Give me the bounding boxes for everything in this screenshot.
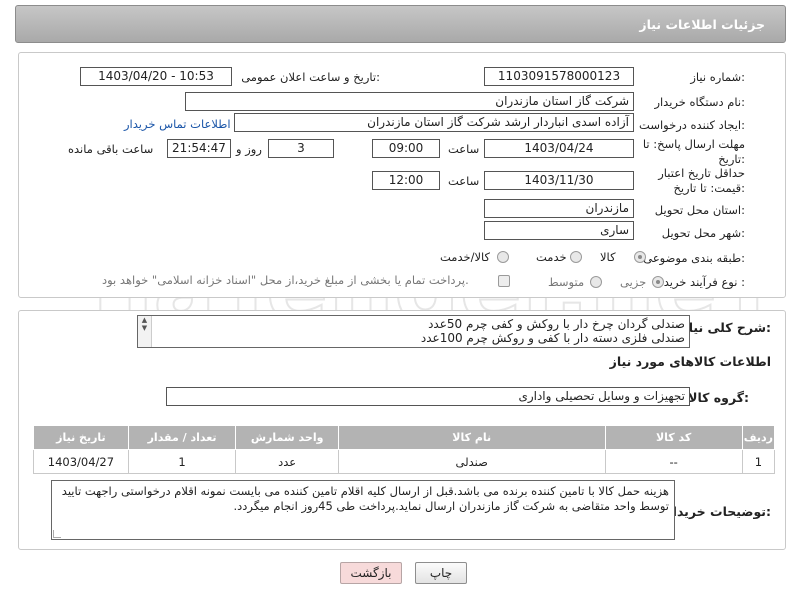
price-time-field: 12:00 [372,171,440,190]
cell-unit: عدد [235,449,339,474]
buyer-notes-text: هزینه حمل کالا با تامین کننده برنده می ب… [61,484,669,513]
scroll-down-icon[interactable]: ▼ [138,324,151,332]
cell-need-date: 1403/04/27 [33,449,129,474]
cell-goods-name: صندلی [337,449,606,474]
province-field: مازندران [484,199,634,218]
payment-note: پرداخت تمام یا بخشی از مبلغ خرید،از محل … [102,273,469,287]
description-line-2: صندلی فلزی دسته دار با کفی و روکش چرم 10… [420,331,685,345]
goods-group-label: گروه کالا: [688,390,749,405]
category-radio-goods-service[interactable] [497,251,509,263]
description-textarea[interactable]: ▲ ▼ صندلی گردان چرخ دار با روکش و کفی چر… [137,315,690,348]
col-goods-code: کد کالا [604,425,743,450]
resize-handle-icon[interactable] [53,530,61,538]
contact-buyer-link[interactable]: اطلاعات تماس خریدار [124,117,231,131]
price-date-field: 1403/11/30 [484,171,634,190]
description-line-1: صندلی گردان چرخ دار با روکش و کفی چرم 50… [428,317,685,331]
buyer-notes-label: توضیحات خریدار: [665,504,771,519]
category-radio-service[interactable] [570,251,582,263]
category-radio-goods[interactable] [634,251,646,263]
panel-header: جزئیات اطلاعات نیاز [15,5,786,43]
creator-label: ایجاد کننده درخواست: [639,118,745,132]
process-radio-minor[interactable] [652,276,664,288]
creator-field: آزاده اسدی انباردار ارشد شرکت گاز استان … [234,113,634,132]
col-quantity: تعداد / مقدار [127,425,237,450]
back-button[interactable]: بازگشت [340,562,402,584]
reply-deadline-label: مهلت ارسال پاسخ: تا تاریخ: [642,137,745,166]
category-option-service: خدمت [536,250,567,264]
table-header-row: تاریخ نیاز تعداد / مقدار واحد شمارش نام … [33,425,776,450]
reply-time-field: 09:00 [372,139,440,158]
remaining-label: ساعت باقی مانده [68,142,154,156]
treasury-checkbox[interactable] [498,275,510,287]
buyer-field: شرکت گاز استان مازندران [185,92,634,111]
reply-time-label: ساعت [448,142,480,156]
description-scrollbar[interactable]: ▲ ▼ [138,316,152,347]
col-row: ردیف [741,425,776,450]
need-number-label: شماره نیاز: [690,70,745,84]
need-number-field: 1103091578000123 [484,67,634,86]
process-label: نوع فرآیند خرید : [663,275,745,289]
scroll-up-icon[interactable]: ▲ [138,316,151,324]
goods-section-title: اطلاعات کالاهای مورد نیاز [609,354,771,369]
cell-quantity: 1 [127,449,237,474]
buyer-label: نام دستگاه خریدار: [654,95,745,109]
process-option-minor: جزیی [620,275,647,289]
col-need-date: تاریخ نیاز [33,425,129,450]
city-field: ساری [484,221,634,240]
price-validity-label: حداقل تاریخ اعتبار قیمت: تا تاریخ: [658,166,745,195]
description-label: شرح کلی نیاز: [681,320,772,335]
category-option-goods-service: کالا/خدمت [440,250,491,264]
announce-label: تاریخ و ساعت اعلان عمومی: [241,70,380,84]
process-option-medium: متوسط [548,275,585,289]
print-button[interactable]: چاپ [415,562,467,584]
days-field: 3 [268,139,334,158]
reply-date-field: 1403/04/24 [484,139,634,158]
table-row: 1403/04/27 1 عدد صندلی -- 1 [33,449,776,474]
days-label: روز و [236,142,262,156]
price-time-label: ساعت [448,174,480,188]
page-title: جزئیات اطلاعات نیاز [639,17,765,32]
category-label: طبقه بندی موضوعی: [643,251,745,265]
category-option-goods: کالا [600,250,616,264]
remaining-time-field: 21:54:47 [167,139,231,158]
city-label: شهر محل تحویل: [661,226,745,240]
goods-group-field: تجهیزات و وسایل تحصیلی واداری [166,387,690,406]
process-radio-medium[interactable] [590,276,602,288]
col-unit: واحد شمارش [235,425,339,450]
announce-field: 1403/04/20 - 10:53 [80,67,232,86]
goods-table: تاریخ نیاز تعداد / مقدار واحد شمارش نام … [33,425,776,474]
province-label: استان محل تحویل: [654,203,745,217]
cell-row: 1 [741,449,776,474]
cell-goods-code: -- [604,449,743,474]
buyer-notes-textarea[interactable]: هزینه حمل کالا با تامین کننده برنده می ب… [51,480,675,540]
col-goods-name: نام کالا [337,425,606,450]
